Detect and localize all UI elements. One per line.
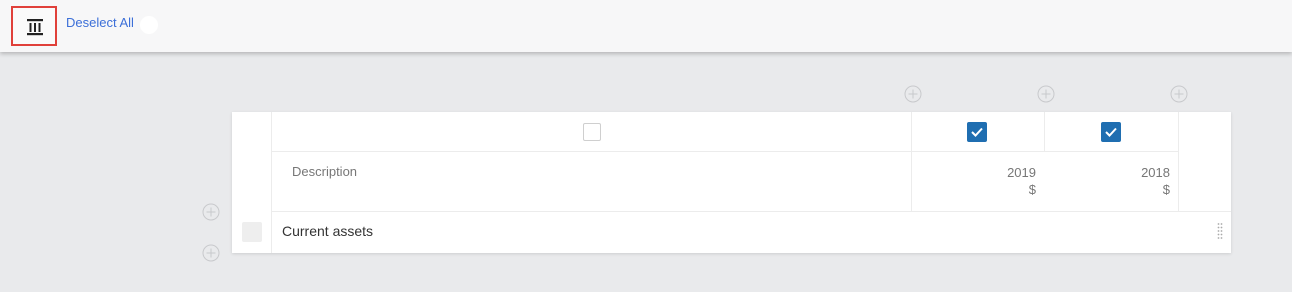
column-divider xyxy=(271,112,272,253)
row-divider xyxy=(271,211,1231,212)
drag-handle-icon[interactable] xyxy=(1217,221,1223,241)
year-label: 2018 xyxy=(1141,165,1170,180)
checkmark-icon xyxy=(971,127,983,137)
year-header-2018: 2018 $ xyxy=(1120,164,1170,198)
currency-label: $ xyxy=(1028,182,1036,197)
description-header: Description xyxy=(292,164,358,179)
statement-table: Description 2019 $ 2018 $ Current assets xyxy=(232,112,1231,253)
add-column-plus-icon[interactable] xyxy=(1170,85,1188,103)
column-toggle-button[interactable] xyxy=(11,6,57,46)
add-column-plus-icon[interactable] xyxy=(1037,85,1055,103)
statement-columns-icon xyxy=(27,19,43,36)
description-column-checkbox[interactable] xyxy=(583,123,601,141)
deselect-all-link[interactable]: Deselect All xyxy=(66,15,134,30)
toolbar: Deselect All xyxy=(0,0,1292,52)
add-row-plus-icon[interactable] xyxy=(202,203,220,221)
year-header-2019: 2019 $ xyxy=(986,164,1036,198)
checkmark-icon xyxy=(1105,127,1117,137)
column-2018-checkbox[interactable] xyxy=(1101,122,1121,142)
currency-label: $ xyxy=(1162,182,1170,197)
column-2019-checkbox[interactable] xyxy=(967,122,987,142)
column-divider xyxy=(1178,112,1179,212)
help-bubble-icon xyxy=(140,16,158,34)
row-divider xyxy=(271,151,1178,152)
add-row-plus-icon[interactable] xyxy=(202,244,220,262)
year-label: 2019 xyxy=(1007,165,1036,180)
add-column-plus-icon[interactable] xyxy=(904,85,922,103)
column-divider xyxy=(1044,112,1045,152)
column-divider xyxy=(911,112,912,212)
row-select-checkbox[interactable] xyxy=(242,222,262,242)
row-label[interactable]: Current assets xyxy=(282,223,373,239)
